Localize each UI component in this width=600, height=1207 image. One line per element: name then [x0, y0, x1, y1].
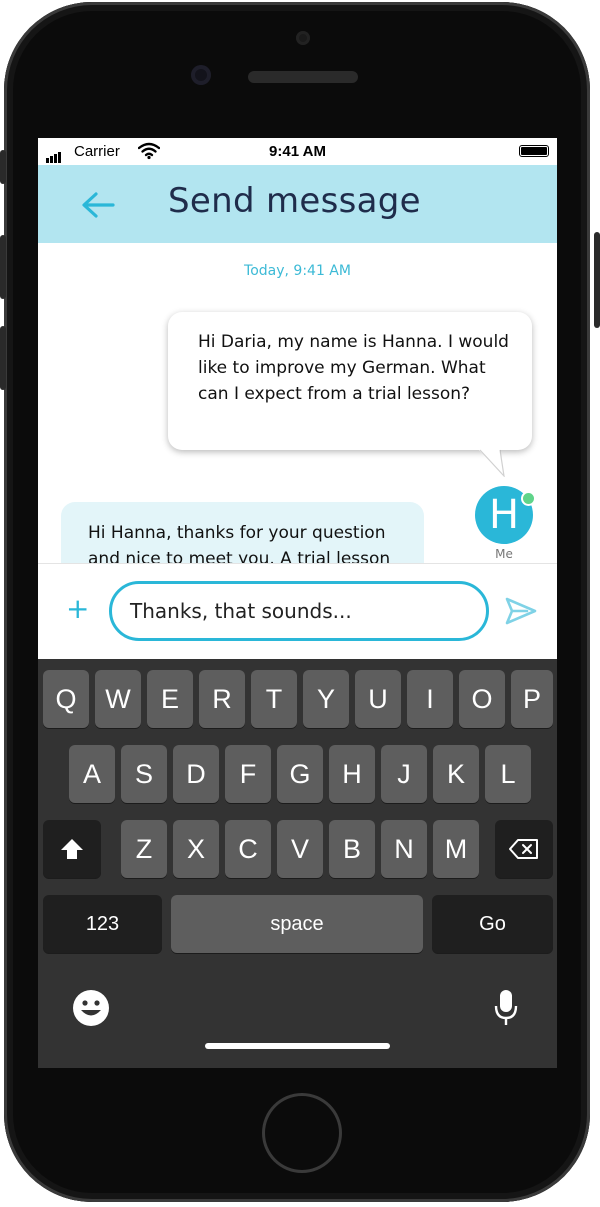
- key-n[interactable]: N: [381, 820, 427, 878]
- key-t[interactable]: T: [251, 670, 297, 728]
- mute-switch: [0, 150, 6, 184]
- key-p[interactable]: P: [511, 670, 553, 728]
- key-a[interactable]: A: [69, 745, 115, 803]
- chat-timestamp: Today, 9:41 AM: [244, 263, 351, 279]
- outgoing-message-bubble: Hi Daria, my name is Hanna. I would like…: [168, 312, 532, 450]
- microphone-icon[interactable]: [493, 988, 519, 1028]
- key-x[interactable]: X: [173, 820, 219, 878]
- battery-icon: [519, 145, 549, 157]
- arrow-left-icon[interactable]: [78, 186, 118, 224]
- home-indicator: [205, 1043, 390, 1049]
- online-status-dot: [521, 491, 536, 506]
- key-b[interactable]: B: [329, 820, 375, 878]
- key-o[interactable]: O: [459, 670, 505, 728]
- key-m[interactable]: M: [433, 820, 479, 878]
- key-f[interactable]: F: [225, 745, 271, 803]
- onscreen-keyboard: Q W E R T Y U I O P A S D F G H J K L Z …: [38, 659, 557, 1068]
- key-s[interactable]: S: [121, 745, 167, 803]
- front-camera: [191, 65, 211, 85]
- space-key[interactable]: space: [171, 895, 423, 953]
- key-h[interactable]: H: [329, 745, 375, 803]
- key-i[interactable]: I: [407, 670, 453, 728]
- key-e[interactable]: E: [147, 670, 193, 728]
- message-input[interactable]: Thanks, that sounds...: [109, 581, 489, 641]
- numbers-key[interactable]: 123: [43, 895, 162, 953]
- send-icon[interactable]: [505, 596, 537, 626]
- status-time: 9:41 AM: [269, 143, 326, 160]
- top-sensor: [296, 31, 310, 45]
- go-key[interactable]: Go: [432, 895, 553, 953]
- power-button: [594, 232, 600, 328]
- key-j[interactable]: J: [381, 745, 427, 803]
- key-d[interactable]: D: [173, 745, 219, 803]
- volume-down-button: [0, 326, 6, 390]
- screen: Carrier 9:41 AM Send message Today, 9:41…: [38, 138, 557, 1068]
- add-attachment-button[interactable]: +: [66, 594, 89, 624]
- message-composer: + Thanks, that sounds...: [38, 563, 557, 660]
- avatar-label: Me: [495, 547, 513, 561]
- shift-icon: [61, 839, 83, 859]
- volume-up-button: [0, 235, 6, 299]
- key-z[interactable]: Z: [121, 820, 167, 878]
- key-r[interactable]: R: [199, 670, 245, 728]
- key-u[interactable]: U: [355, 670, 401, 728]
- header-bar: Send message: [38, 165, 557, 243]
- bubble-tail: [478, 449, 505, 477]
- key-v[interactable]: V: [277, 820, 323, 878]
- page-title: Send message: [168, 181, 421, 221]
- emoji-icon[interactable]: [71, 988, 111, 1028]
- key-g[interactable]: G: [277, 745, 323, 803]
- key-c[interactable]: C: [225, 820, 271, 878]
- key-q[interactable]: Q: [43, 670, 89, 728]
- earpiece-speaker: [248, 71, 358, 83]
- key-k[interactable]: K: [433, 745, 479, 803]
- key-y[interactable]: Y: [303, 670, 349, 728]
- status-bar: Carrier 9:41 AM: [38, 138, 557, 166]
- key-w[interactable]: W: [95, 670, 141, 728]
- shift-key[interactable]: [43, 820, 101, 878]
- key-l[interactable]: L: [485, 745, 531, 803]
- home-button[interactable]: [262, 1093, 342, 1173]
- backspace-icon: [509, 839, 538, 859]
- backspace-key[interactable]: [495, 820, 553, 878]
